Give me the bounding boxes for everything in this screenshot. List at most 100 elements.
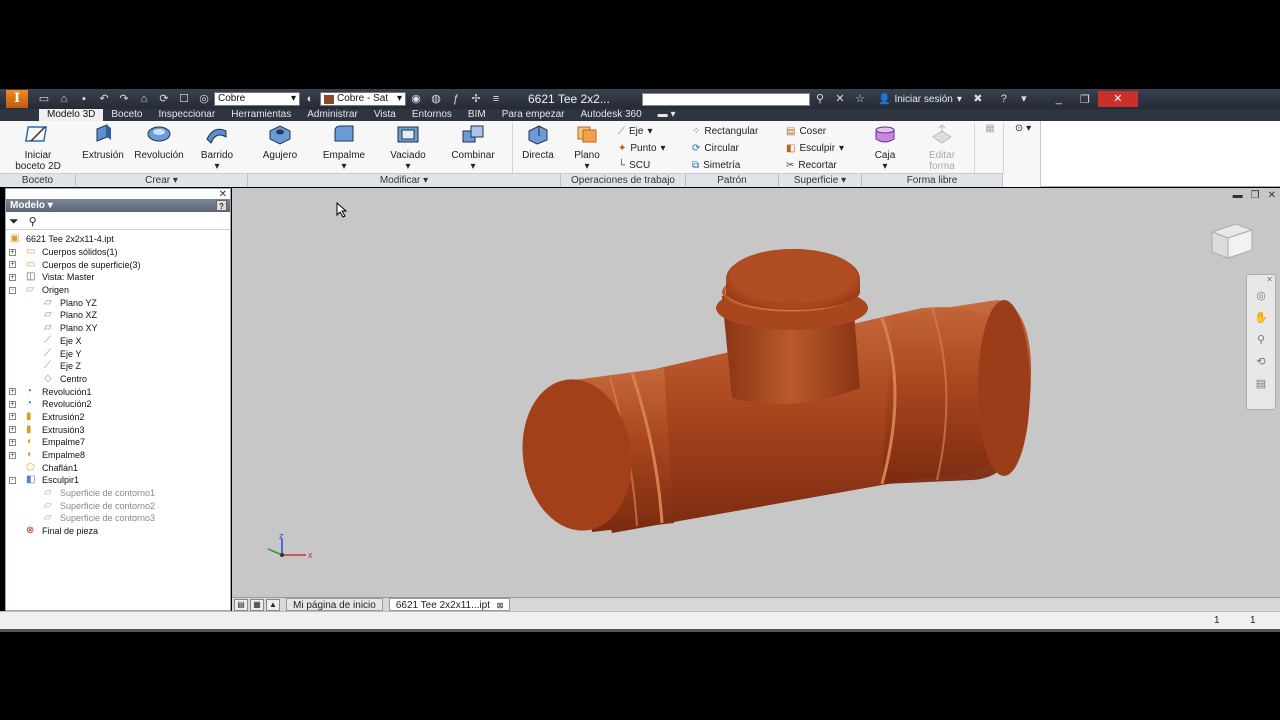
expand-icon[interactable]: + [9,248,16,256]
help-icon[interactable]: ? [994,91,1014,107]
expand-icon[interactable]: + [9,451,16,459]
clear-appearance-icon[interactable]: ◉ [406,91,426,107]
binoculars-icon[interactable]: ⚲ [810,91,830,107]
barrido-button[interactable]: Barrido ▾ [192,123,242,172]
look-at-icon[interactable]: ▤ [1247,373,1275,395]
expand-icon[interactable]: + [9,438,16,446]
open-file-icon[interactable]: ⌂ [54,91,74,107]
tab-my-home[interactable]: Mi página de inicio [286,598,383,611]
orbit-icon[interactable]: ⟲ [1247,351,1275,373]
tab-administrar[interactable]: Administrar [299,109,366,121]
simetria-button[interactable]: ⧉ Simetría [692,157,740,173]
ribbon-more-button[interactable]: ⊙ ▾ [1008,123,1038,134]
binoculars-icon[interactable]: ⚲ [29,215,37,228]
tree-node[interactable]: - ▱ Origen [6,284,230,297]
tab-herramientas[interactable]: Herramientas [223,109,299,121]
chevron-down-icon[interactable]: ▾ [866,161,904,172]
adjust-icon[interactable]: ◍ [426,91,446,107]
customize-icon[interactable]: ≡ [486,91,506,107]
rectangular-button[interactable]: ⁘ Rectangular [692,123,758,139]
expand-icon[interactable]: + [9,413,16,421]
filter-icon[interactable]: ⏷ [9,214,19,229]
tree-node[interactable]: ◇ Centro [6,373,230,386]
help-icon[interactable]: ? [216,200,227,211]
chevron-down-icon[interactable]: ▾ [316,161,372,172]
group-label-modificar[interactable]: Modificar ▾ [248,173,561,187]
tab-autodesk-360[interactable]: Autodesk 360 [573,109,650,121]
close-button[interactable]: ✕ [1097,91,1138,107]
material-dropdown[interactable]: Cobre ▾ [214,92,300,106]
circular-button[interactable]: ⟳ Circular [692,140,739,156]
expand-icon[interactable]: + [9,426,16,434]
graphics-viewport[interactable]: ▬ ❐ ✕ ✕ ◎ ✋ ⚲ ⟲ ▤ x z [232,188,1280,597]
tab-para-empezar[interactable]: Para empezar [494,109,573,121]
tree-node[interactable]: ⊗ Final de pieza [6,525,230,538]
tree-node[interactable]: + ▮ Extrusión3 [6,423,230,436]
appearance-icon[interactable]: ◐ [300,91,320,107]
tree-node[interactable]: + ◔ Revolución2 [6,398,230,411]
tile-windows-icon[interactable]: ▤ [234,598,248,611]
tree-node[interactable]: ⟋ Eje Y [6,347,230,360]
chevron-down-icon[interactable]: ▾ [192,161,242,172]
tab-entornos[interactable]: Entornos [404,109,460,121]
tree-node[interactable]: + ◖ Empalme8 [6,449,230,462]
new-file-icon[interactable]: ▭ [34,91,54,107]
start-2d-sketch-button[interactable]: Iniciar boceto 2D [8,123,68,172]
tree-node[interactable]: ▱ Superficie de contorno2 [6,499,230,512]
comm-center-icon[interactable]: ✕ [830,91,850,107]
tree-node[interactable]: ▱ Superficie de contorno1 [6,487,230,500]
exchange-icon[interactable]: ✖ [968,91,988,107]
esculpir-button[interactable]: ◧ Esculpir ▾ [786,140,844,156]
caja-button[interactable]: Caja ▾ [866,123,904,172]
restore-button[interactable]: ❐ [1072,93,1098,106]
cascade-windows-icon[interactable]: ▦ [250,598,264,611]
plano-button[interactable]: Plano ▾ [568,123,606,172]
sign-in-button[interactable]: 👤 Iniciar sesión ▾ [878,94,962,105]
tree-node[interactable]: ⬠ Chaflán1 [6,461,230,474]
tab-menu-icon[interactable]: ▲ [266,598,280,611]
group-label-crear[interactable]: Crear ▾ [76,173,248,187]
tree-node[interactable]: + ▭ Cuerpos de superficie(3) [6,258,230,271]
tab-modelo-3d[interactable]: Modelo 3D [39,109,104,121]
tree-node[interactable]: ▱ Plano XZ [6,309,230,322]
material-icon[interactable]: ◎ [194,91,214,107]
chevron-down-icon[interactable]: ▾ [382,161,434,172]
tree-node[interactable]: ▱ Plano XY [6,322,230,335]
copper-tee-model[interactable] [232,188,1280,597]
tree-node[interactable]: ⟋ Eje Z [6,360,230,373]
tree-node[interactable]: + ◖ Empalme7 [6,436,230,449]
chevron-down-icon[interactable]: ▾ [444,161,502,172]
freeform-extra-button[interactable]: ▦ [980,123,1000,134]
tree-node[interactable]: + ▭ Cuerpos sólidos(1) [6,246,230,259]
update-icon[interactable]: ⟳ [154,91,174,107]
tree-node[interactable]: - ◧ Esculpir1 [6,474,230,487]
tree-node[interactable]: + ▮ Extrusión2 [6,411,230,424]
tab-inspeccionar[interactable]: Inspeccionar [151,109,224,121]
tab-vista[interactable]: Vista [366,109,404,121]
combinar-button[interactable]: Combinar ▾ [444,123,502,172]
expand-icon[interactable]: + [9,400,16,408]
redo-icon[interactable]: ↷ [114,91,134,107]
view-cube[interactable] [1206,220,1256,262]
home-icon[interactable]: ⌂ [134,91,154,107]
agujero-button[interactable]: Agujero [254,123,306,161]
search-input[interactable] [642,92,810,106]
tree-node[interactable]: ▱ Plano YZ [6,296,230,309]
browser-header[interactable]: Modelo ▾ ? [6,199,230,212]
steering-wheel-icon[interactable]: ◎ [1247,285,1275,307]
recortar-button[interactable]: ✂ Recortar [786,157,837,173]
tab-bim[interactable]: BIM [460,109,494,121]
minimize-button[interactable]: _ [1046,93,1072,105]
expand-icon[interactable]: + [9,388,16,396]
tree-node[interactable]: ▱ Superficie de contorno3 [6,512,230,525]
extrusion-button[interactable]: Extrusión [78,123,128,161]
chevron-down-icon[interactable]: ▾ [1014,91,1034,107]
collapse-icon[interactable]: - [9,286,16,294]
navbar-close-icon[interactable]: ✕ [1247,275,1275,285]
save-icon[interactable]: ▪ [74,91,94,107]
tree-node[interactable]: ⟋ Eje X [6,335,230,348]
expand-icon[interactable]: + [9,273,16,281]
eje-button[interactable]: ⟋ Eje ▾ [618,123,652,139]
select-icon[interactable]: ☐ [174,91,194,107]
pan-icon[interactable]: ✋ [1247,307,1275,329]
